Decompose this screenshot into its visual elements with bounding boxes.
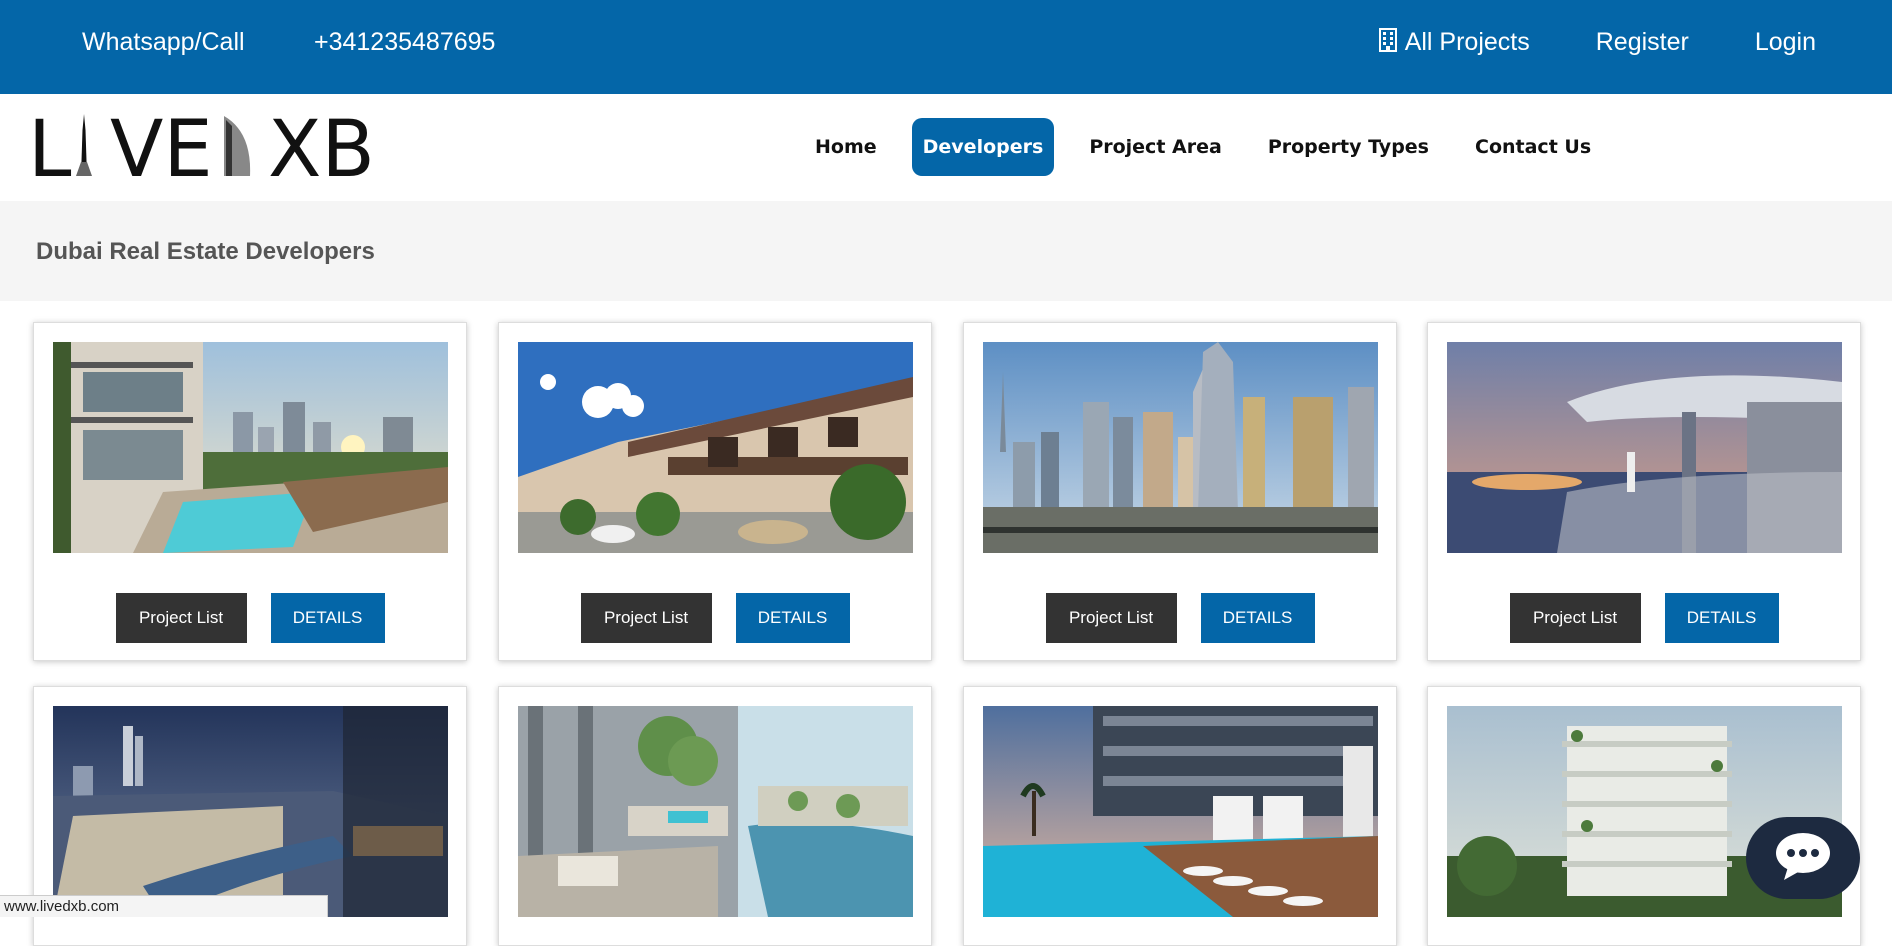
project-list-button[interactable]: Project List: [1045, 593, 1177, 643]
card-buttons: Project List DETAILS: [964, 593, 1396, 643]
developer-image[interactable]: [983, 342, 1378, 553]
developer-card: Project List DETAILS: [963, 322, 1397, 661]
developer-card: Project List DETAILS: [498, 322, 932, 661]
project-list-button[interactable]: Project List: [580, 593, 712, 643]
developer-image[interactable]: [518, 706, 913, 917]
developer-card: [498, 686, 932, 946]
developer-grid: Project List DETAILS Project List DETAIL…: [0, 0, 1892, 946]
project-list-button[interactable]: Project List: [115, 593, 247, 643]
chat-button[interactable]: [1746, 817, 1860, 899]
developer-image[interactable]: [518, 342, 913, 553]
developer-image[interactable]: [53, 706, 448, 917]
developer-card: Project List DETAILS: [33, 322, 467, 661]
details-button[interactable]: DETAILS: [1664, 593, 1779, 643]
status-bar-url: www.livedxb.com: [0, 895, 328, 917]
details-button[interactable]: DETAILS: [735, 593, 850, 643]
details-button[interactable]: DETAILS: [1200, 593, 1315, 643]
chat-bubble-icon: [1776, 833, 1830, 880]
developer-image[interactable]: [53, 342, 448, 553]
developer-card: [963, 686, 1397, 946]
project-list-button[interactable]: Project List: [1509, 593, 1641, 643]
details-button[interactable]: DETAILS: [270, 593, 385, 643]
developer-card: Project List DETAILS: [1427, 322, 1861, 661]
card-buttons: Project List DETAILS: [1428, 593, 1860, 643]
developer-image[interactable]: [983, 706, 1378, 917]
card-buttons: Project List DETAILS: [499, 593, 931, 643]
developer-image[interactable]: [1447, 342, 1842, 553]
developer-card: [1427, 686, 1861, 946]
card-buttons: Project List DETAILS: [34, 593, 466, 643]
